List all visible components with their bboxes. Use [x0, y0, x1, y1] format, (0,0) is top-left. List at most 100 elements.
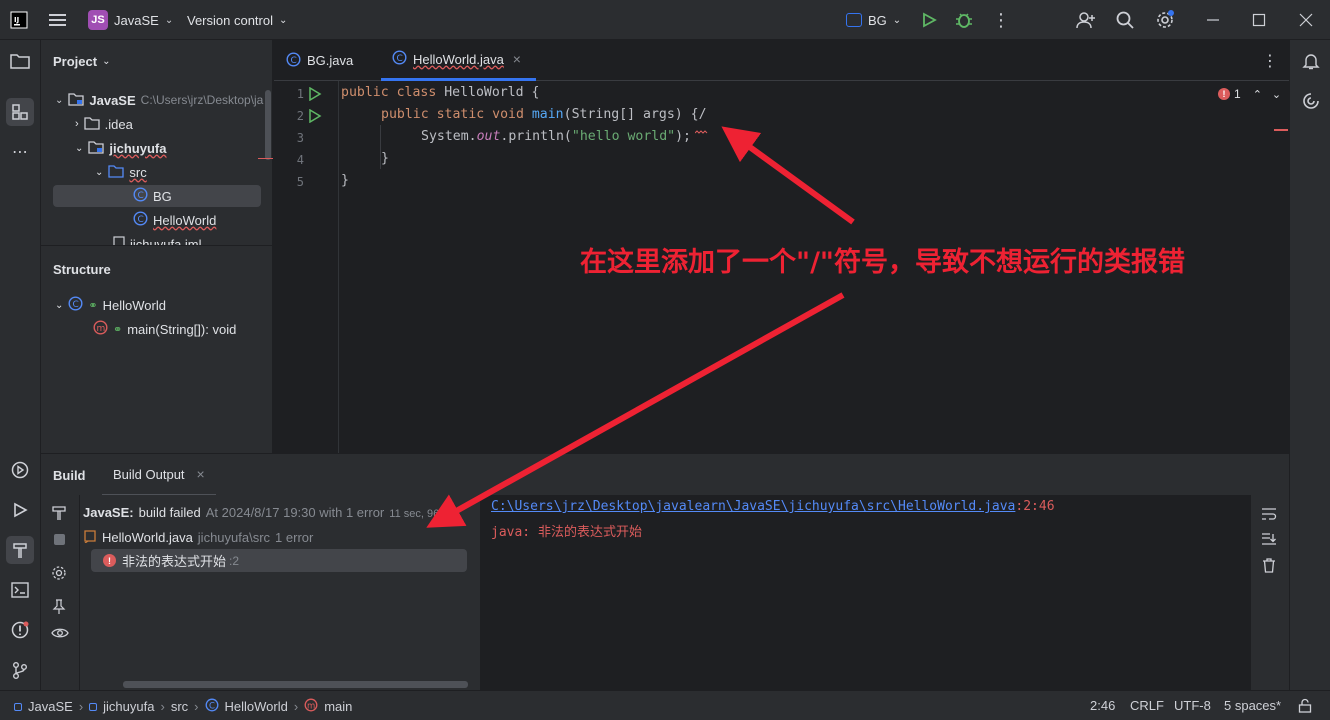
- module-folder-icon: [88, 140, 105, 157]
- chevron-down-icon[interactable]: ⌄: [1272, 88, 1281, 101]
- structure-item-label: HelloWorld: [102, 297, 166, 313]
- eye-icon[interactable]: [51, 626, 69, 643]
- chevron-down-icon: ⌄: [55, 299, 64, 311]
- inspection-widget[interactable]: ! 1 ⌃ ⌄: [1218, 87, 1281, 101]
- build-output-console[interactable]: C:\Users\jrz\Desktop\javalearn\JavaSE\ji…: [480, 495, 1289, 690]
- java-class-icon: C: [392, 50, 407, 68]
- close-icon[interactable]: [1299, 0, 1313, 40]
- output-path-line: C:\Users\jrz\Desktop\javalearn\JavaSE\ji…: [491, 499, 1055, 514]
- line-number: 3: [296, 131, 304, 145]
- tree-item-bg[interactable]: C BG: [53, 185, 261, 207]
- code-token: }: [341, 173, 349, 188]
- caret-position[interactable]: 2:46: [1090, 698, 1115, 713]
- run-gutter-icon[interactable]: [308, 86, 322, 105]
- structure-icon[interactable]: [6, 98, 34, 126]
- tab-build-output[interactable]: Build Output ×: [102, 454, 216, 496]
- tree-item-javase[interactable]: ⌄ JavaSE C:\Users\jrz\Desktop\ja: [55, 89, 263, 111]
- ai-assistant-icon[interactable]: [1297, 87, 1325, 115]
- run-gutter-icon[interactable]: [308, 108, 322, 127]
- tree-item-idea[interactable]: › .idea: [75, 113, 133, 135]
- svg-text:m: m: [307, 702, 315, 712]
- build-status: build failed: [138, 505, 201, 520]
- left-tool-stripe: ⋯: [0, 40, 41, 690]
- problems-icon[interactable]: [6, 616, 34, 644]
- terminal-icon[interactable]: [6, 576, 34, 604]
- chevron-down-icon: ⌄: [55, 94, 64, 106]
- output-file-position: :2:46: [1015, 499, 1055, 514]
- svg-text:C: C: [209, 702, 215, 712]
- run-tool-icon[interactable]: [6, 496, 34, 524]
- notifications-bell-icon[interactable]: [1297, 47, 1325, 75]
- error-count: 1: [1234, 87, 1241, 101]
- git-icon[interactable]: [6, 656, 34, 684]
- project-panel-header[interactable]: Project ⌄: [53, 54, 110, 69]
- tree-item-src[interactable]: ⌄ src: [95, 161, 147, 183]
- breadcrumb-item[interactable]: main: [324, 699, 352, 714]
- build-file-errors: 1 error: [275, 530, 314, 545]
- breadcrumb-item[interactable]: JavaSE: [28, 699, 73, 714]
- project-selector[interactable]: JS JavaSE ⌄: [88, 0, 173, 40]
- tab-label: HelloWorld.java: [413, 51, 504, 67]
- clear-trash-icon[interactable]: [1262, 558, 1276, 577]
- run-icon[interactable]: [921, 0, 937, 40]
- indent-setting[interactable]: 5 spaces*: [1224, 698, 1281, 713]
- stop-icon[interactable]: [54, 534, 65, 545]
- structure-item-method[interactable]: m ⚭ main(String[]): void: [93, 318, 236, 340]
- build-hammer-icon[interactable]: [51, 505, 67, 524]
- lock-icon[interactable]: [1298, 698, 1312, 716]
- settings-gear-icon[interactable]: [51, 565, 67, 584]
- ide-logo-icon[interactable]: IJ: [10, 0, 28, 40]
- pin-icon[interactable]: [52, 599, 66, 618]
- tab-helloworld-java[interactable]: C HelloWorld.java ×: [381, 40, 536, 81]
- minimize-icon[interactable]: [1206, 0, 1220, 40]
- search-icon[interactable]: [1116, 0, 1134, 40]
- breadcrumb-item[interactable]: src: [171, 699, 188, 714]
- build-file-path: jichuyufa\src: [197, 530, 271, 545]
- line-separator[interactable]: CRLF: [1130, 698, 1164, 713]
- editor-tabs: C BG.java C HelloWorld.java × ⋮: [274, 40, 1289, 81]
- more-tools-icon[interactable]: ⋯: [6, 138, 34, 166]
- structure-item-class[interactable]: ⌄ C ⚭ HelloWorld: [55, 294, 166, 316]
- gutter-divider: [338, 81, 339, 453]
- close-tab-icon[interactable]: ×: [197, 466, 205, 482]
- build-tree-scrollbar[interactable]: [123, 681, 468, 688]
- maximize-icon[interactable]: [1252, 0, 1266, 40]
- build-file-row[interactable]: HelloWorld.java jichuyufa\src 1 error: [83, 529, 313, 546]
- folder-icon: [84, 116, 100, 133]
- build-error-row[interactable]: ! 非法的表达式开始 :2: [91, 549, 467, 572]
- vcs-selector[interactable]: Version control ⌄: [187, 0, 287, 40]
- project-folder-icon[interactable]: [6, 47, 34, 75]
- services-icon[interactable]: [6, 456, 34, 484]
- code-token: out: [476, 129, 501, 144]
- tree-item-helloworld[interactable]: C HelloWorld: [133, 209, 216, 231]
- scroll-to-end-icon[interactable]: [1261, 532, 1277, 550]
- add-user-icon[interactable]: [1076, 0, 1096, 40]
- main-menu-icon[interactable]: [48, 0, 68, 40]
- soft-wrap-icon[interactable]: [1261, 507, 1277, 525]
- build-result-row[interactable]: JavaSE: build failed At 2024/8/17 19:30 …: [83, 505, 439, 520]
- project-scrollbar[interactable]: [265, 90, 271, 160]
- tab-options-icon[interactable]: ⋮: [1262, 40, 1278, 81]
- settings-gear-icon[interactable]: [1155, 0, 1175, 40]
- build-error-message: 非法的表达式开始: [122, 554, 227, 569]
- code-token: .println(: [500, 129, 572, 144]
- breadcrumb-item[interactable]: jichuyufa: [103, 699, 154, 714]
- tab-bg-java[interactable]: C BG.java: [286, 40, 353, 81]
- chevron-up-icon[interactable]: ⌃: [1253, 88, 1262, 101]
- module-icon: [14, 702, 22, 711]
- breadcrumb-item[interactable]: HelloWorld: [225, 699, 288, 714]
- debug-icon[interactable]: [955, 0, 973, 40]
- build-tree-panel: JavaSE: build failed At 2024/8/17 19:30 …: [41, 495, 480, 690]
- tree-item-jichuyufa[interactable]: ⌄ jichuyufa: [75, 137, 166, 159]
- output-file-link[interactable]: C:\Users\jrz\Desktop\javalearn\JavaSE\ji…: [491, 499, 1015, 514]
- run-config-selector[interactable]: BG ⌄: [846, 0, 901, 40]
- close-tab-icon[interactable]: ×: [513, 51, 521, 67]
- error-stripe-marker[interactable]: [1274, 129, 1288, 131]
- build-project: JavaSE:: [83, 505, 134, 520]
- more-actions-icon[interactable]: ⋮: [992, 0, 1010, 40]
- code-line-3: System.out.println("hello world");: [421, 129, 691, 144]
- file-encoding[interactable]: UTF-8: [1174, 698, 1211, 713]
- build-hammer-icon[interactable]: [6, 536, 34, 564]
- tab-label: Build Output: [113, 466, 185, 482]
- tree-item-label: .idea: [104, 116, 133, 132]
